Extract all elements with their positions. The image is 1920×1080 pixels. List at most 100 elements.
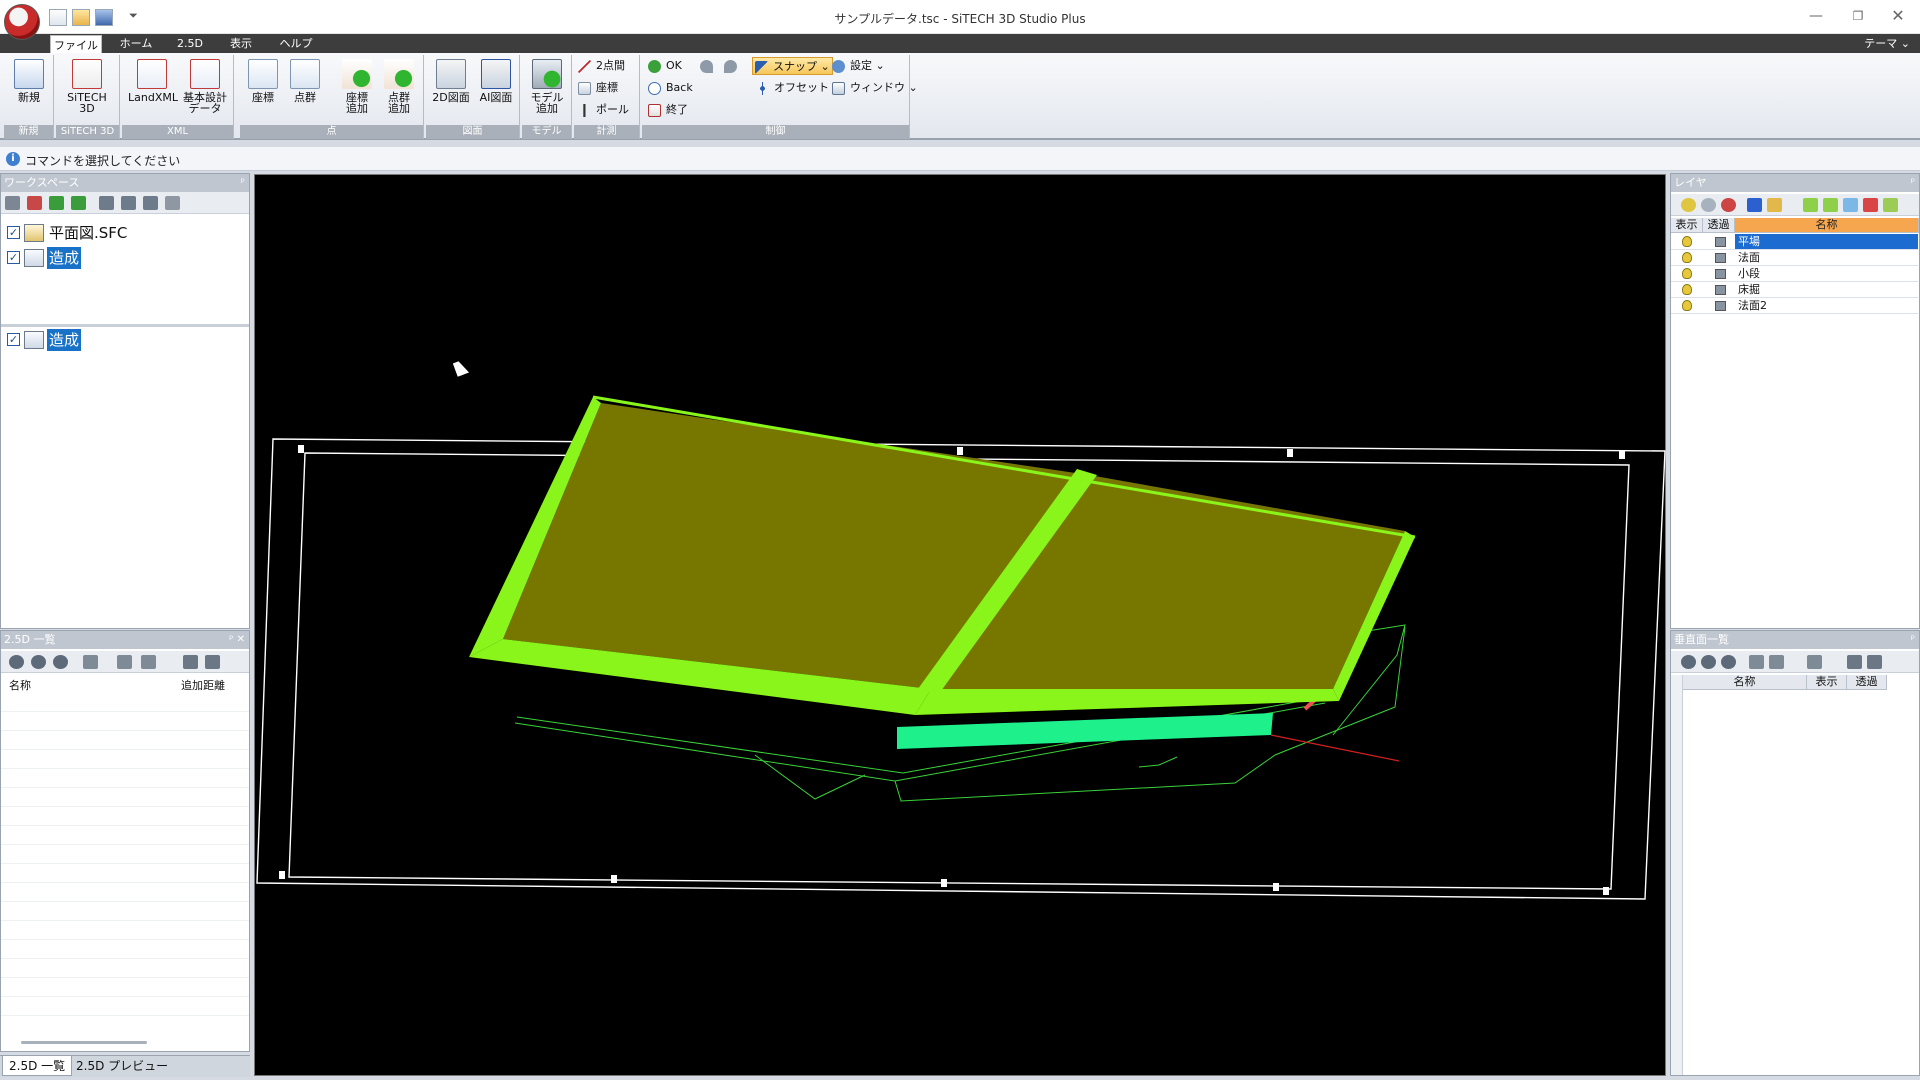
layer-import-icon[interactable] xyxy=(1843,198,1858,212)
viewport-canvas[interactable] xyxy=(255,175,1667,1077)
back-button[interactable]: Back xyxy=(646,79,693,97)
column-header-name[interactable]: 名称 xyxy=(1683,675,1807,690)
bulb-icon[interactable] xyxy=(1682,300,1692,311)
layer-edit-icon[interactable] xyxy=(1883,198,1898,212)
column-header-name[interactable]: 名称 xyxy=(9,677,31,693)
bulb-icon[interactable] xyxy=(1682,268,1692,279)
up-arrow-icon[interactable] xyxy=(1847,655,1862,669)
tab-file[interactable]: ファイル xyxy=(50,35,102,53)
paste-icon[interactable] xyxy=(1769,655,1784,669)
layer-row[interactable]: 平場 xyxy=(1671,234,1918,250)
viewport-3d[interactable] xyxy=(254,174,1666,1076)
undo-button[interactable] xyxy=(698,57,720,75)
layer-row[interactable]: 小段 xyxy=(1671,266,1918,282)
visibility-checkbox[interactable]: ✓ xyxy=(7,333,20,346)
column-header-name[interactable]: 名称 xyxy=(1735,218,1919,233)
point-group-button[interactable]: 点群 xyxy=(284,57,326,123)
column-header-show[interactable]: 表示 xyxy=(1807,675,1847,690)
list-2-5d-body[interactable] xyxy=(1,693,249,1033)
offset-button[interactable]: オフセット xyxy=(754,79,829,97)
pin-marker-icon[interactable] xyxy=(9,655,24,669)
pole-button[interactable]: ポール xyxy=(576,101,629,119)
theme-menu[interactable]: テーマ ⌄ xyxy=(1864,34,1910,53)
lock-icon[interactable] xyxy=(1715,301,1726,311)
two-point-button[interactable]: 2点間 xyxy=(576,57,625,75)
move-up-icon[interactable] xyxy=(49,196,64,210)
layer-filter2-icon[interactable] xyxy=(1823,198,1838,212)
bulb-icon[interactable] xyxy=(1682,252,1692,263)
delete-icon[interactable] xyxy=(27,196,42,210)
split-icon[interactable] xyxy=(121,196,136,210)
settings-button[interactable]: 設定 ⌄ xyxy=(830,57,885,75)
snap-button[interactable]: スナップ ⌄ xyxy=(752,57,833,75)
layer-row[interactable]: 法面 xyxy=(1671,250,1918,266)
visibility-checkbox[interactable]: ✓ xyxy=(7,226,20,239)
ok-button[interactable]: OK xyxy=(646,57,682,75)
tab-2-5d-list[interactable]: 2.5D 一覧 xyxy=(2,1056,73,1076)
layer-back-icon[interactable] xyxy=(1767,198,1782,212)
tab-2-5d-preview[interactable]: 2.5D プレビュー xyxy=(70,1056,174,1076)
layer-filter-icon[interactable] xyxy=(1803,198,1818,212)
column-header-transparency[interactable]: 透過 xyxy=(1703,218,1735,233)
layer-color-icon[interactable] xyxy=(1721,198,1736,212)
palette-icon[interactable] xyxy=(1721,655,1736,669)
pin-icon[interactable]: ᵖ xyxy=(1911,631,1915,649)
basic-design-data-button[interactable]: 基本設計 データ xyxy=(180,57,230,123)
copy-icon[interactable] xyxy=(1749,655,1764,669)
layer-row[interactable]: 床掘 xyxy=(1671,282,1918,298)
drawing-2d-button[interactable]: 2D図面 xyxy=(428,57,474,123)
bulb-icon[interactable] xyxy=(1682,284,1692,295)
export-icon[interactable] xyxy=(141,655,156,669)
tab-view[interactable]: 表示 xyxy=(218,34,264,53)
tab-help[interactable]: ヘルプ xyxy=(270,34,322,53)
visibility-checkbox[interactable]: ✓ xyxy=(7,251,20,264)
app-logo-icon[interactable] xyxy=(4,4,40,40)
grid-icon[interactable] xyxy=(143,196,158,210)
fit-icon[interactable] xyxy=(117,655,132,669)
bulb-icon[interactable] xyxy=(1682,236,1692,247)
panel-splitter[interactable] xyxy=(1,324,249,327)
move-down-icon[interactable] xyxy=(71,196,86,210)
column-header-distance[interactable]: 追加距離 xyxy=(181,677,225,693)
lock-icon[interactable] xyxy=(1715,285,1726,295)
palette-icon[interactable] xyxy=(53,655,68,669)
lock-icon[interactable] xyxy=(1715,269,1726,279)
end-button[interactable]: 終了 xyxy=(646,101,688,119)
fit-icon[interactable] xyxy=(1807,655,1822,669)
tab-home[interactable]: ホーム xyxy=(110,34,162,53)
down-arrow-icon[interactable] xyxy=(1867,655,1882,669)
window-menu-button[interactable]: ウィンドウ ⌄ xyxy=(830,79,918,97)
layer-row[interactable]: 法面2 xyxy=(1671,298,1918,314)
down-arrow-icon[interactable] xyxy=(205,655,220,669)
column-header-show[interactable]: 表示 xyxy=(1671,218,1703,233)
add-point-group-button[interactable]: 点群 追加 xyxy=(378,57,420,123)
new-button[interactable]: 新規 xyxy=(8,57,50,123)
maximize-button[interactable]: ❐ xyxy=(1840,5,1876,27)
landxml-button[interactable]: LandXML xyxy=(128,57,178,123)
pin-close-icon[interactable]: ᵖ ✕ xyxy=(229,631,245,649)
lock-icon[interactable] xyxy=(1715,237,1726,247)
tab-2-5d[interactable]: 2.5D xyxy=(168,34,212,53)
list-icon[interactable] xyxy=(5,196,20,210)
hide-all-icon[interactable] xyxy=(1701,198,1716,212)
bulb-icon[interactable] xyxy=(31,655,46,669)
redo-button[interactable] xyxy=(722,57,744,75)
properties-icon[interactable] xyxy=(165,196,180,210)
measure-coord-button[interactable]: 座標 xyxy=(576,79,618,97)
bulb-icon[interactable] xyxy=(1701,655,1716,669)
coord-button[interactable]: 座標 xyxy=(242,57,284,123)
layer-front-icon[interactable] xyxy=(1747,198,1762,212)
show-all-icon[interactable] xyxy=(1681,198,1696,212)
frame-icon[interactable] xyxy=(83,655,98,669)
pin-icon[interactable]: ᵖ xyxy=(1911,174,1915,192)
column-header-transparency[interactable]: 透過 xyxy=(1847,675,1887,690)
lock-icon[interactable] xyxy=(1715,253,1726,263)
horizontal-scrollbar[interactable] xyxy=(21,1041,147,1044)
pin-marker-icon[interactable] xyxy=(1681,655,1696,669)
up-arrow-icon[interactable] xyxy=(183,655,198,669)
layer-delete-icon[interactable] xyxy=(1863,198,1878,212)
sitech3d-button[interactable]: SiTECH 3D xyxy=(66,57,108,123)
edit-icon[interactable] xyxy=(99,196,114,210)
minimize-button[interactable]: — xyxy=(1798,5,1834,27)
pin-icon[interactable]: ᵖ xyxy=(241,174,245,192)
